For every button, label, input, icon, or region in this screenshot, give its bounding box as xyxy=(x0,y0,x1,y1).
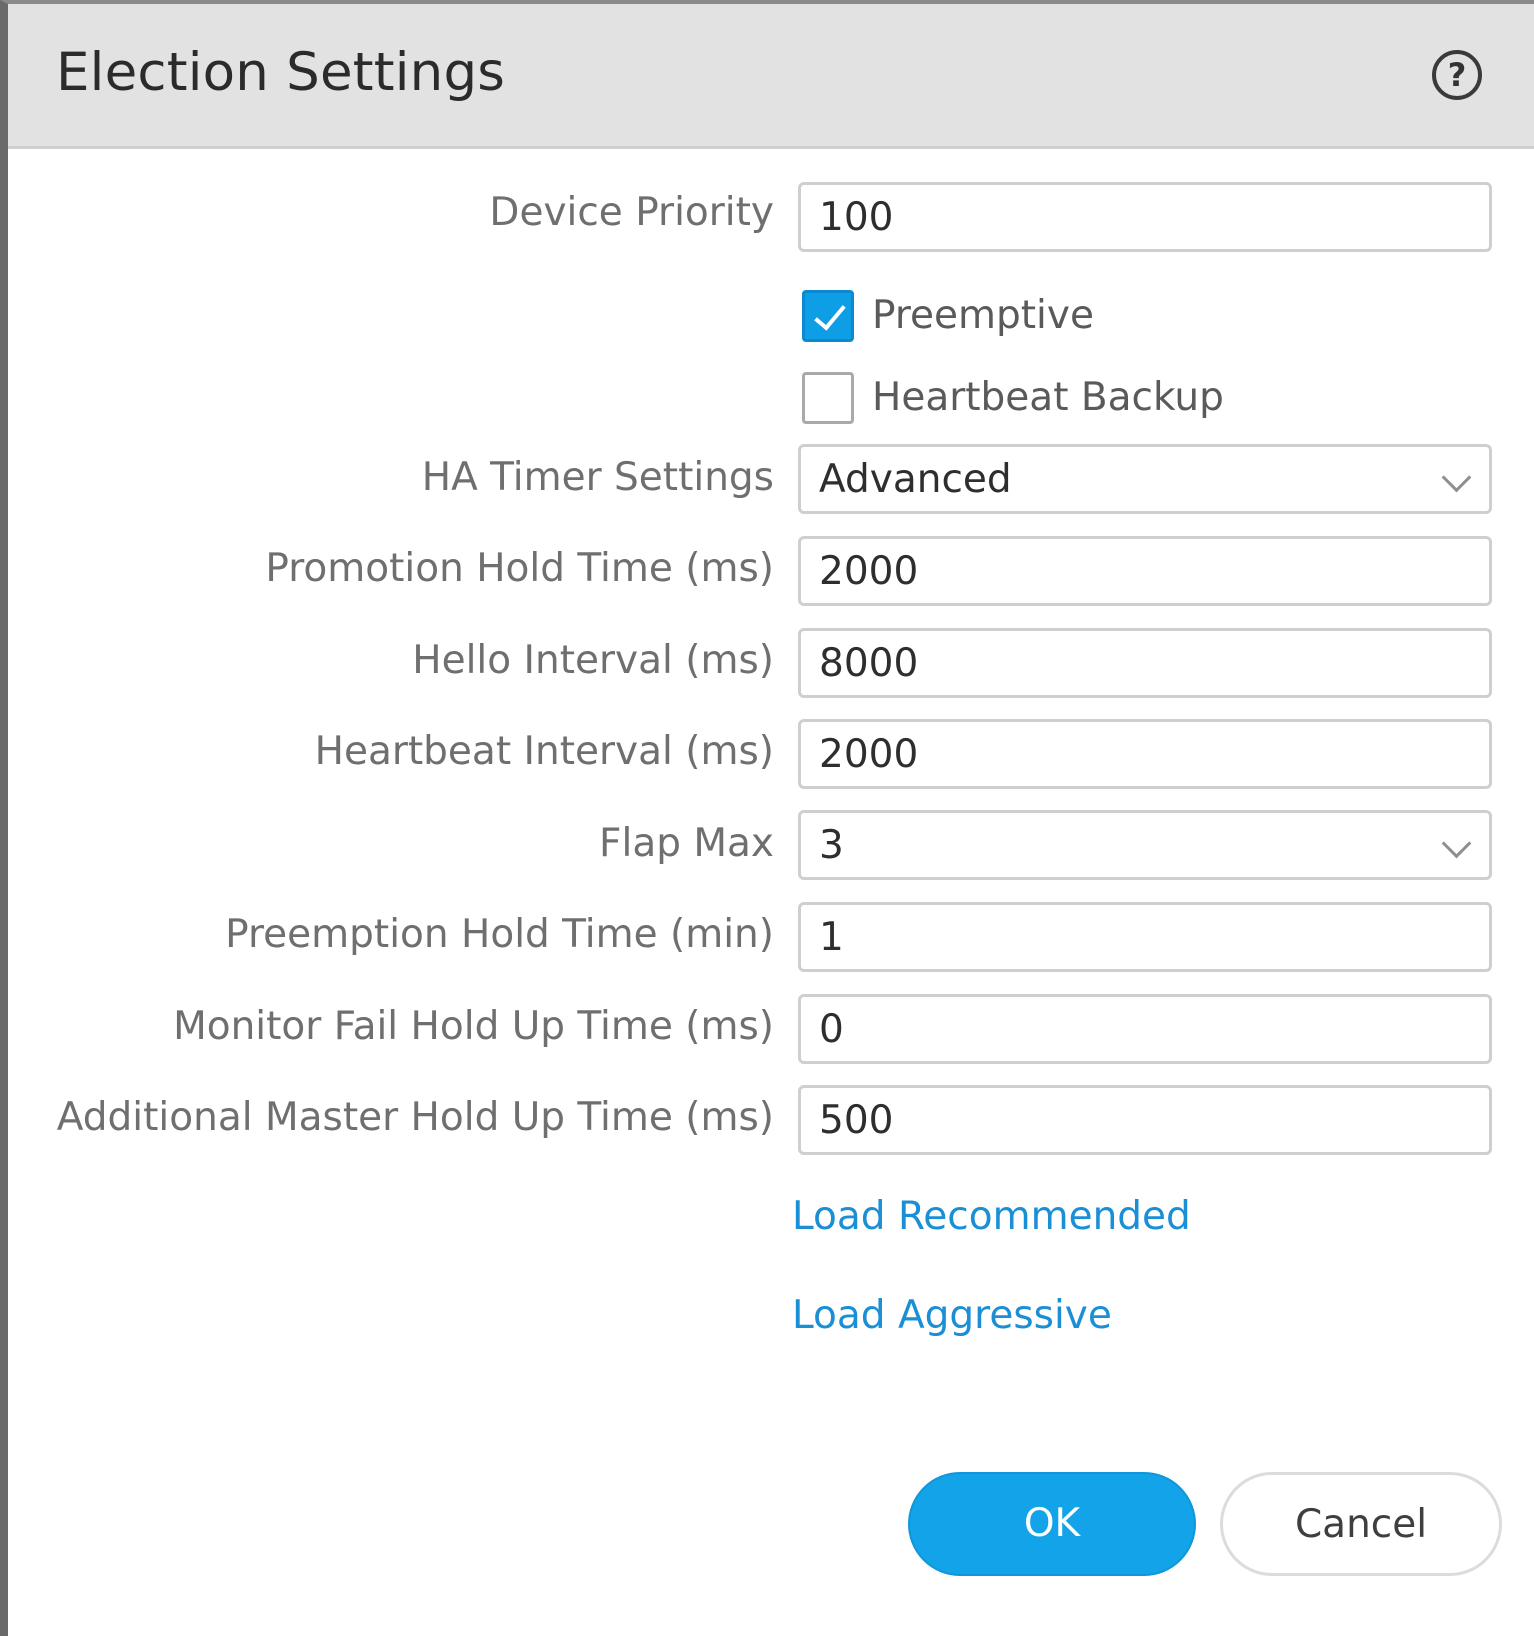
device-priority-input[interactable] xyxy=(801,185,1489,249)
flap-max-select[interactable]: 3 xyxy=(798,810,1492,880)
hello-interval-input[interactable] xyxy=(801,631,1489,695)
heartbeat-interval-input[interactable] xyxy=(801,722,1489,786)
additional-master-hold-up-time-field[interactable] xyxy=(798,1085,1492,1155)
promotion-hold-time-field[interactable] xyxy=(798,536,1492,606)
load-aggressive-link[interactable]: Load Aggressive xyxy=(792,1293,1112,1338)
preemptive-checkbox[interactable] xyxy=(802,290,854,342)
heartbeat-backup-checkbox[interactable] xyxy=(802,372,854,424)
preemption-hold-time-field[interactable] xyxy=(798,902,1492,972)
ha-timer-settings-label: HA Timer Settings xyxy=(421,455,774,500)
monitor-fail-hold-up-time-field[interactable] xyxy=(798,994,1492,1064)
chevron-down-icon xyxy=(1441,462,1472,493)
dialog-title: Election Settings xyxy=(56,42,506,103)
promotion-hold-time-label: Promotion Hold Time (ms) xyxy=(265,546,774,591)
election-settings-dialog: Election Settings ? Device Priority Pree… xyxy=(0,0,1534,1636)
preemptive-label: Preemptive xyxy=(872,293,1094,338)
heartbeat-interval-label: Heartbeat Interval (ms) xyxy=(314,729,774,774)
flap-max-value: 3 xyxy=(819,823,844,868)
device-priority-field[interactable] xyxy=(798,182,1492,252)
additional-master-hold-up-time-label: Additional Master Hold Up Time (ms) xyxy=(56,1095,774,1140)
heartbeat-interval-field[interactable] xyxy=(798,719,1492,789)
hello-interval-label: Hello Interval (ms) xyxy=(412,638,774,683)
heartbeat-backup-label: Heartbeat Backup xyxy=(872,375,1224,420)
monitor-fail-hold-up-time-input[interactable] xyxy=(801,997,1489,1061)
chevron-down-icon xyxy=(1441,828,1472,859)
dialog-titlebar: Election Settings ? xyxy=(8,4,1534,149)
monitor-fail-hold-up-time-label: Monitor Fail Hold Up Time (ms) xyxy=(173,1004,774,1049)
promotion-hold-time-input[interactable] xyxy=(801,539,1489,603)
preemption-hold-time-input[interactable] xyxy=(801,905,1489,969)
device-priority-label: Device Priority xyxy=(489,190,774,235)
cancel-button[interactable]: Cancel xyxy=(1220,1472,1502,1576)
additional-master-hold-up-time-input[interactable] xyxy=(801,1088,1489,1152)
hello-interval-field[interactable] xyxy=(798,628,1492,698)
ok-button[interactable]: OK xyxy=(908,1472,1196,1576)
ha-timer-settings-select[interactable]: Advanced xyxy=(798,444,1492,514)
ha-timer-settings-value: Advanced xyxy=(819,457,1012,502)
flap-max-label: Flap Max xyxy=(599,821,774,866)
load-recommended-link[interactable]: Load Recommended xyxy=(792,1194,1191,1239)
preemption-hold-time-label: Preemption Hold Time (min) xyxy=(225,912,774,957)
help-circle-icon[interactable]: ? xyxy=(1432,50,1482,100)
